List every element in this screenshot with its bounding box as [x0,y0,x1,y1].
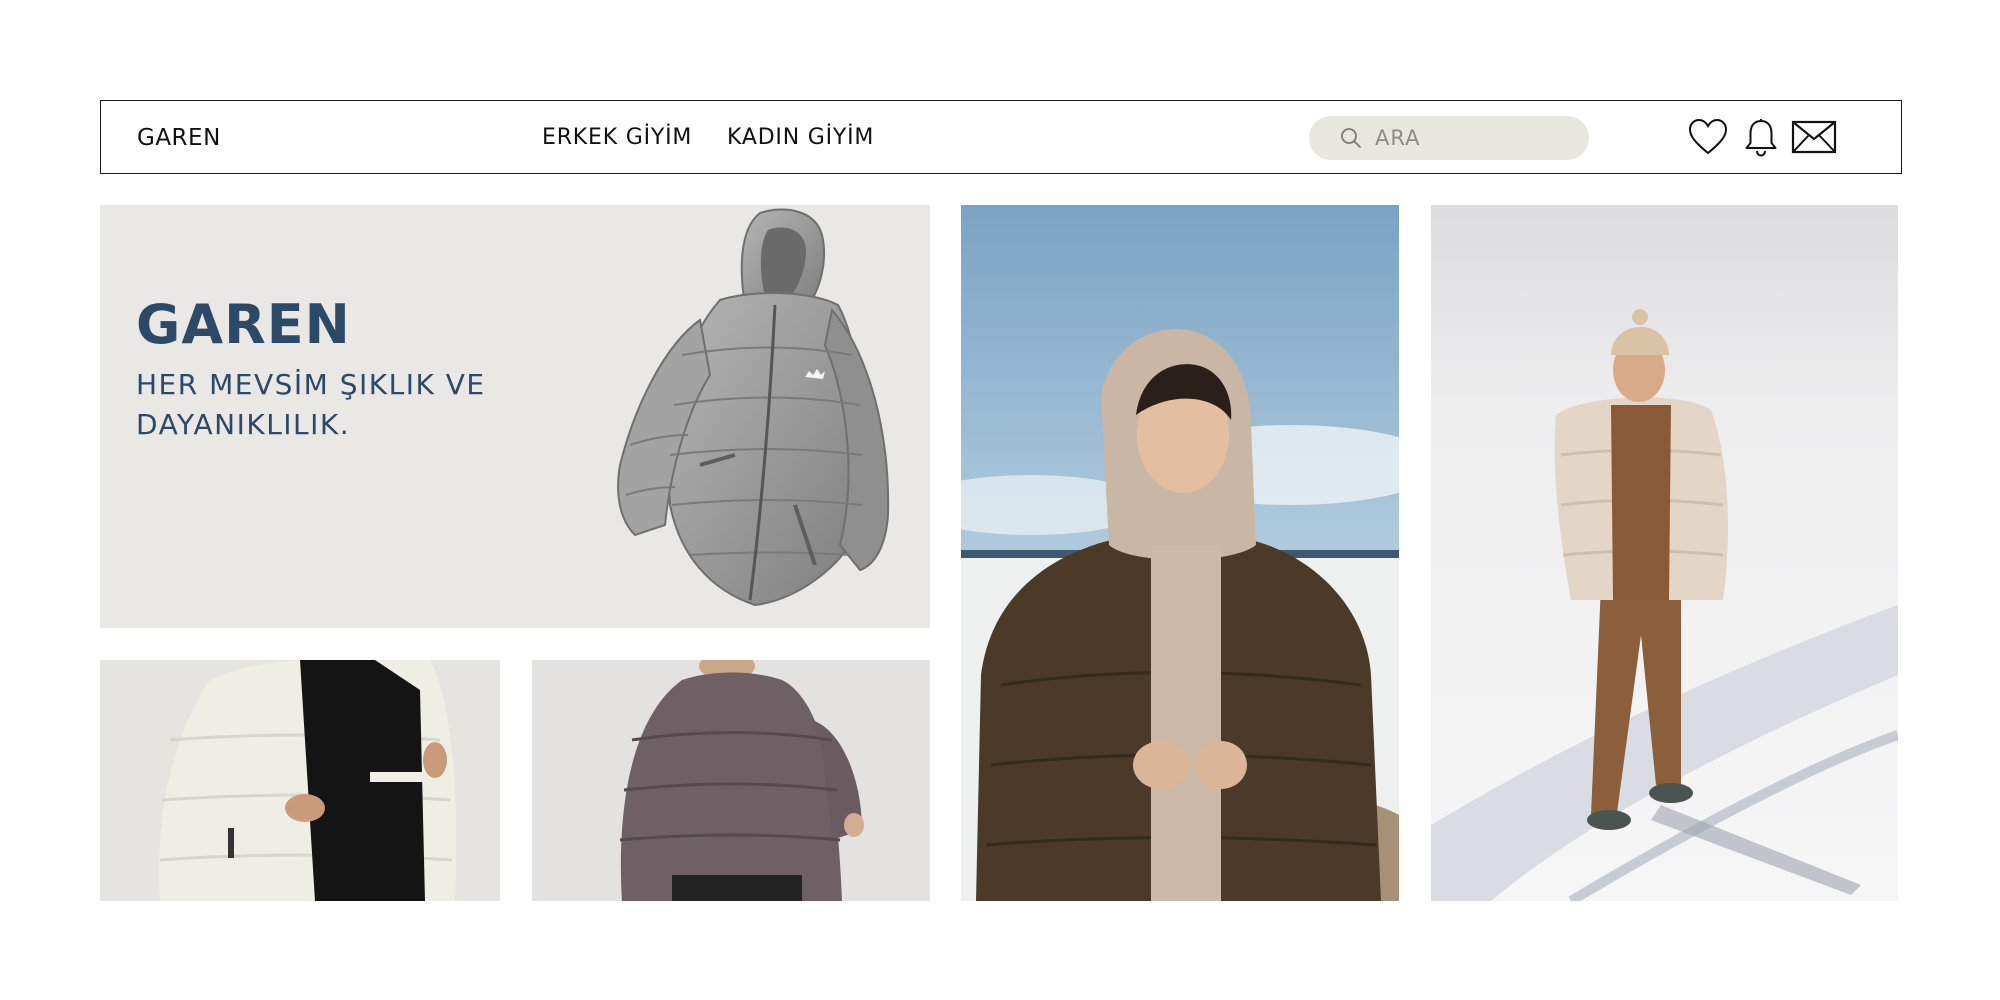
grey-puffer-jacket-image [617,208,890,607]
woman-brown-puffer-photo[interactable] [961,205,1399,901]
white-puffer-image [100,660,500,901]
bell-icon[interactable] [1743,116,1779,158]
heart-icon[interactable] [1687,117,1729,157]
man-cream-puffer-image [1431,205,1898,901]
top-navbar: GAREN ERKEK GİYİM KADIN GİYİM [100,100,1902,174]
hero-banner[interactable]: GAREN HER MEVSİM ŞIKLIK VE DAYANIKLILIK. [100,205,930,628]
white-puffer-detail-photo[interactable] [100,660,500,901]
hero-title: GAREN [136,293,351,356]
search-box[interactable] [1309,116,1589,160]
grey-brown-puffer-image [532,660,930,901]
man-snow-walk-photo[interactable] [1431,205,1898,901]
mail-icon[interactable] [1791,120,1837,154]
hero-subtitle: HER MEVSİM ŞIKLIK VE DAYANIKLILIK. [136,368,486,441]
woman-brown-puffer-image [961,205,1399,901]
search-icon[interactable] [1339,126,1363,150]
nav-link-men[interactable]: ERKEK GİYİM [542,125,692,150]
nav-link-women[interactable]: KADIN GİYİM [727,125,874,150]
search-input[interactable] [1375,122,1571,154]
grey-brown-puffer-back-photo[interactable] [532,660,930,901]
brand-logo[interactable]: GAREN [137,125,221,151]
